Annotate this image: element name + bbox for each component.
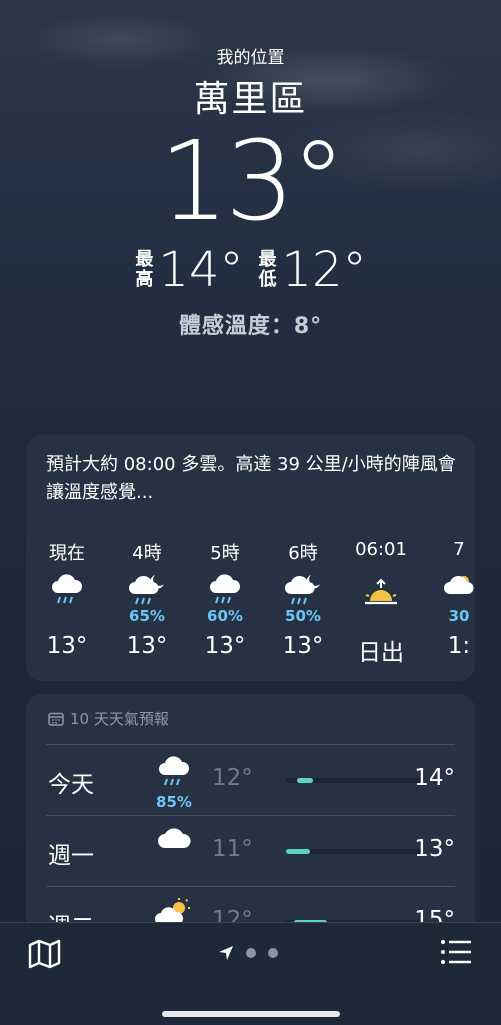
precip-chance: 85%: [156, 793, 192, 811]
precip-chance: 50%: [285, 607, 321, 625]
precip-chance: 60%: [207, 607, 243, 625]
home-indicator[interactable]: [162, 1011, 340, 1017]
hour-item: 06:01 日出: [342, 539, 420, 667]
cloud-icon: [154, 826, 194, 856]
precip-chance: [26, 607, 108, 627]
page-dot: [246, 948, 256, 958]
precip-chance: 30: [448, 607, 470, 625]
feels-like: 體感溫度：8°: [178, 314, 323, 339]
day-row[interactable]: 週一 11° 13°: [46, 815, 455, 886]
high-temp: 14°: [158, 242, 244, 298]
low-label-2: 低: [258, 269, 277, 290]
map-icon: [28, 939, 61, 969]
low-temp: 12°: [212, 765, 253, 791]
ten-day-header: 10 天天氣預報: [48, 708, 169, 729]
precip-chance: 65%: [129, 607, 165, 625]
hour-item: 5時 60% 13°: [186, 539, 264, 667]
low-temp-group: 最低 12°: [258, 242, 367, 298]
hour-label: 4時: [132, 543, 162, 564]
hour-temp: 13°: [282, 633, 324, 659]
temp-range-bar: [286, 778, 422, 783]
current-temperature: 13°: [159, 117, 346, 245]
list-icon: [441, 940, 471, 964]
high-label-1: 最: [135, 249, 154, 270]
hour-label: 5時: [210, 543, 240, 564]
sunrise-icon: [342, 571, 420, 607]
precip-chance: [342, 607, 420, 627]
high-label-2: 高: [135, 269, 154, 290]
high-temp: 13°: [414, 836, 455, 862]
hourly-list[interactable]: 現在 13° 4時 65% 13° 5時 60% 13° 6時 50% 13° 06:01 日出 7 30 1…: [26, 539, 475, 667]
rain-cloud-icon: [186, 571, 264, 607]
rain-cloud-icon: [26, 571, 108, 607]
temp-range-fill: [286, 849, 310, 854]
high-label: 最高: [134, 250, 154, 290]
low-temp: 11°: [212, 836, 253, 862]
ten-day-title: 10 天天氣預報: [70, 710, 169, 728]
page-dot: [268, 948, 278, 958]
high-low: 最高 14° 最低 12°: [0, 242, 501, 298]
location-list-button[interactable]: [440, 939, 472, 969]
hour-label: 06:01: [355, 539, 407, 560]
low-label: 最低: [258, 250, 278, 290]
rain-cloud-icon: [154, 755, 194, 793]
hour-label: 現在: [49, 543, 85, 564]
hour-item: 4時 65% 13°: [108, 539, 186, 667]
night-rain-icon: [264, 571, 342, 607]
high-temp: 14°: [414, 765, 455, 791]
hour-temp: 13°: [46, 633, 88, 659]
day-weather: 85%: [154, 755, 194, 811]
hour-temp: 日出: [358, 640, 404, 666]
day-weather: [154, 826, 194, 856]
temp-range-fill: [297, 778, 313, 783]
day-row[interactable]: 今天 85% 12° 14°: [46, 744, 455, 815]
hour-item: 6時 50% 13°: [264, 539, 342, 667]
hour-label: 6時: [288, 543, 318, 564]
location-arrow-icon: [219, 946, 233, 960]
ten-day-forecast-card[interactable]: 10 天天氣預報 今天85%12°14°週一11°13°週二12°15°: [26, 694, 475, 954]
temp-range-bar: [286, 849, 422, 854]
map-button[interactable]: [28, 939, 62, 973]
partly-sunny-rain-icon: [420, 571, 475, 607]
high-temp-group: 最高 14°: [134, 242, 243, 298]
hour-temp: 1:: [447, 633, 471, 659]
location-subtitle: 我的位置: [216, 48, 285, 68]
hour-item: 現在 13°: [26, 539, 108, 667]
day-name: 週一: [48, 843, 94, 869]
hourly-forecast-card[interactable]: 預計大約 08:00 多雲。高達 39 公里/小時的陣風會讓溫度感覺... 現在…: [26, 435, 475, 681]
current-conditions: 我的位置 萬里區 13° 最高 14° 最低 12° 體感溫度：8°: [0, 40, 501, 340]
low-temp: 12°: [281, 242, 367, 298]
hour-temp: 13°: [126, 633, 168, 659]
calendar-icon: [48, 712, 64, 726]
hour-temp: 13°: [204, 633, 246, 659]
page-indicator[interactable]: [218, 945, 278, 961]
city-name: 萬里區: [193, 79, 308, 120]
day-name: 今天: [48, 772, 94, 798]
hour-item: 7 30 1:: [420, 539, 475, 667]
hour-label: 7: [453, 539, 465, 560]
night-rain-icon: [108, 571, 186, 607]
bottom-toolbar: [0, 922, 501, 1025]
forecast-summary: 預計大約 08:00 多雲。高達 39 公里/小時的陣風會讓溫度感覺...: [46, 454, 456, 503]
low-label-1: 最: [258, 249, 277, 270]
